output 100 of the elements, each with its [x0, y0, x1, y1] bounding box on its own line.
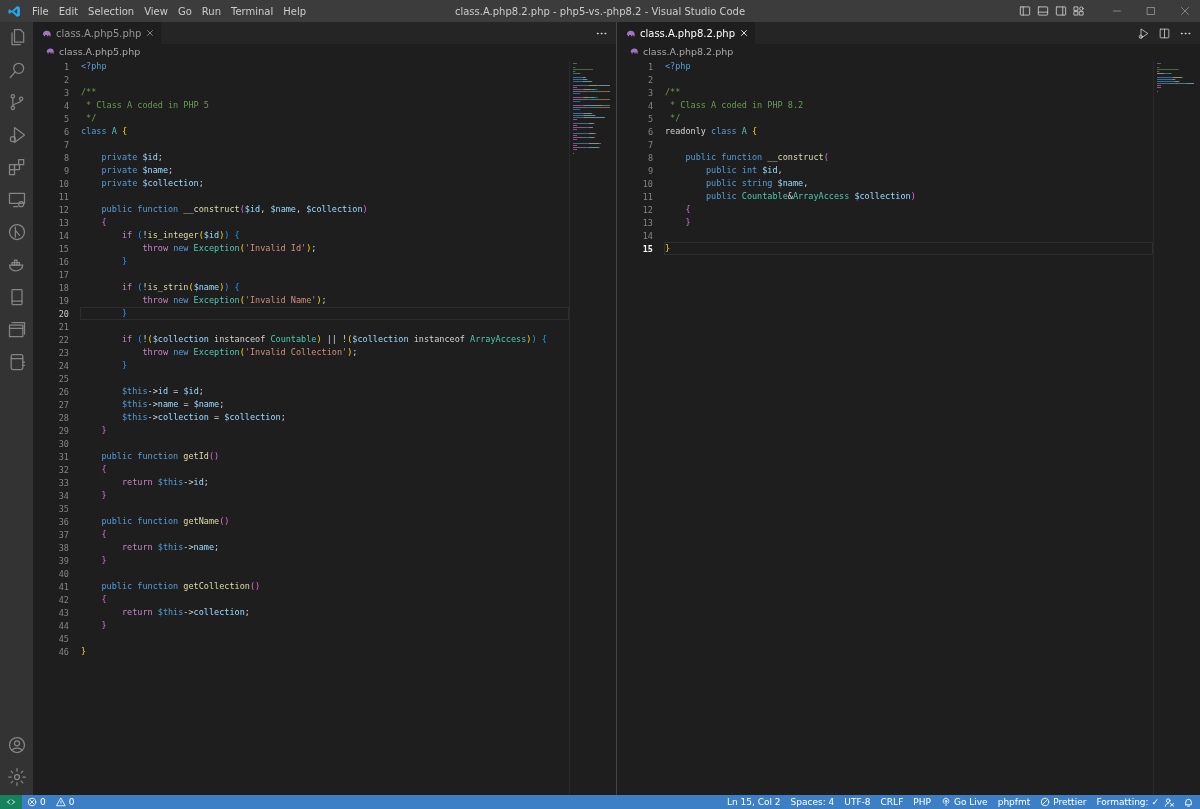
editor-tab[interactable]: class.A.php5.php: [33, 22, 162, 44]
code-line: */: [669, 112, 682, 125]
code-line: public function getCollection(): [100, 580, 262, 593]
code-line: $this->name = $name;: [120, 398, 226, 411]
code-line: {: [100, 463, 108, 476]
line-number: 45: [57, 633, 69, 644]
status-item[interactable]: Spaces: 4: [785, 797, 840, 807]
code-line: if (!is_integer($id)) {: [120, 229, 241, 242]
layout-grid-icon[interactable]: [1072, 4, 1086, 18]
line-number: 17: [57, 269, 69, 280]
line-number: 7: [62, 139, 69, 150]
menu-item[interactable]: Run: [196, 3, 226, 19]
blocked-icon: [1040, 797, 1051, 807]
line-number: 39: [57, 555, 69, 566]
code-line: if (!($collection instanceof Countable) || !($collection instanceof ArrayAccess)) {: [120, 333, 548, 346]
run-icon[interactable]: [1137, 26, 1150, 40]
breadcrumb[interactable]: class.A.php5.php: [59, 45, 141, 57]
code-line: }: [684, 216, 692, 229]
code-line: public function getName(): [100, 515, 231, 528]
account-icon[interactable]: [6, 734, 27, 755]
code-line: public string $name,: [704, 177, 810, 190]
menu-item[interactable]: Go: [172, 3, 197, 19]
line-number: 31: [57, 451, 69, 462]
status-item[interactable]: phpfmt: [992, 797, 1036, 807]
line-number: 16: [57, 256, 69, 267]
code-line: $this->id = $id;: [120, 385, 205, 398]
status-item[interactable]: PHP: [908, 797, 936, 807]
line-number: 4: [62, 100, 69, 111]
line-number: 40: [57, 568, 69, 579]
status-item[interactable]: UTF-8: [839, 797, 876, 807]
code-line: class A {: [80, 125, 129, 138]
warning-icon: [55, 797, 66, 807]
code-line: throw new Exception('Invalid Name');: [141, 294, 328, 307]
code-line: {: [684, 203, 692, 216]
line-number: 21: [57, 321, 69, 332]
code-line: <?php: [80, 60, 108, 73]
line-number: 29: [57, 425, 69, 436]
code-line: {: [100, 593, 108, 606]
code-line: return $this->name;: [120, 541, 221, 554]
line-number: 35: [57, 503, 69, 514]
line-number: 5: [646, 113, 653, 124]
secondary-sidebar-toggle-icon[interactable]: [1054, 4, 1068, 18]
code-line: {: [100, 528, 108, 541]
code-line: }: [100, 489, 108, 502]
code-line: /**: [80, 86, 98, 99]
menu-item[interactable]: Selection: [83, 3, 140, 19]
panel-toggle-icon[interactable]: [1036, 4, 1050, 18]
branch-circle-icon[interactable]: [6, 222, 27, 242]
remote-button[interactable]: [0, 795, 22, 809]
code-line: private $id;: [100, 151, 164, 164]
extensions-icon[interactable]: [6, 157, 27, 177]
menu-item[interactable]: Help: [278, 3, 312, 19]
line-number: 18: [57, 282, 69, 293]
breadcrumb[interactable]: class.A.php8.2.php: [643, 45, 734, 57]
line-number: 15: [57, 243, 69, 254]
line-number: 25: [57, 373, 69, 384]
line-number: 30: [57, 438, 69, 449]
line-number: 4: [646, 100, 653, 111]
line-number: 1: [62, 61, 69, 72]
code-line: }: [100, 619, 108, 632]
line-number: 38: [57, 542, 69, 553]
status-item[interactable]: 0: [50, 797, 80, 807]
code-line: public Countable&ArrayAccess $collection): [704, 190, 917, 203]
line-number: 20: [57, 308, 69, 319]
code-line: }: [120, 255, 129, 268]
line-number: 7: [646, 139, 653, 150]
line-number: 43: [57, 607, 69, 618]
settings-icon[interactable]: [6, 767, 27, 787]
code-line: <?php: [664, 60, 692, 73]
close-icon[interactable]: [739, 28, 749, 38]
feedback-icon[interactable]: [1164, 796, 1175, 808]
status-item[interactable]: 0: [22, 797, 51, 807]
menu-item[interactable]: File: [27, 3, 54, 19]
status-item[interactable]: CRLF: [875, 797, 909, 807]
code-line: readonly class A {: [664, 125, 759, 138]
menu-item[interactable]: Edit: [53, 3, 84, 19]
line-number: 3: [646, 87, 653, 98]
windows-icon[interactable]: [6, 319, 27, 340]
line-number: 12: [641, 204, 653, 215]
line-number: 12: [57, 204, 69, 215]
menu-item[interactable]: View: [139, 3, 173, 19]
editor-tab[interactable]: class.A.php8.2.php: [617, 22, 755, 44]
status-item[interactable]: Formatting: ✓: [1091, 797, 1164, 807]
split-editor-icon[interactable]: [1158, 26, 1171, 40]
bell-icon[interactable]: [1183, 796, 1194, 808]
maximize-icon[interactable]: [1145, 5, 1157, 17]
menu-item[interactable]: Terminal: [226, 3, 279, 19]
line-number: 11: [641, 191, 653, 202]
line-number: 32: [57, 464, 69, 475]
line-number: 44: [57, 620, 69, 631]
remote-icon: [6, 797, 16, 807]
line-number: 10: [641, 178, 653, 189]
line-number: 22: [57, 334, 69, 345]
line-number: 46: [57, 646, 69, 657]
line-number: 37: [57, 529, 69, 540]
status-item[interactable]: Go Live: [935, 797, 993, 807]
status-item[interactable]: Ln 15, Col 2: [721, 797, 786, 807]
status-item[interactable]: Prettier: [1035, 797, 1092, 807]
sidebar-toggle-icon[interactable]: [1018, 4, 1032, 18]
app-logo-icon: [8, 4, 21, 18]
